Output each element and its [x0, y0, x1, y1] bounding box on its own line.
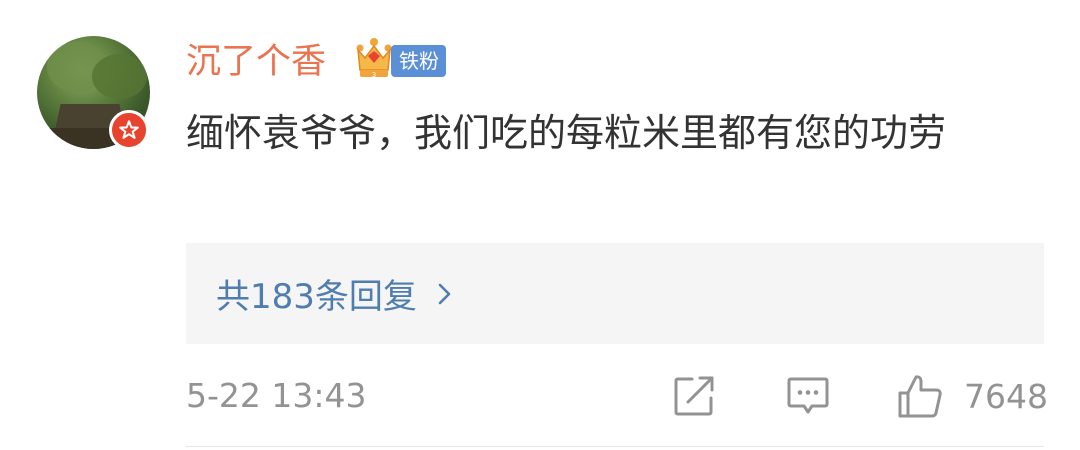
divider: [186, 446, 1044, 447]
replies-label: 共183条回复: [216, 277, 417, 317]
like-count: 7648: [964, 376, 1048, 416]
share-button[interactable]: [672, 374, 718, 418]
comment-text: 缅怀袁爷爷，我们吃的每粒米里都有您的功劳: [186, 111, 947, 155]
fan-badge[interactable]: 铁粉: [391, 45, 446, 77]
author-name[interactable]: 沉了个香: [186, 38, 326, 86]
like-button[interactable]: 7648: [896, 374, 1048, 418]
crown-level: 3: [372, 71, 376, 79]
verified-badge-icon: [109, 110, 149, 150]
avatar-tree: [92, 54, 147, 99]
share-icon: [674, 376, 714, 416]
timestamp: 5-22 13:43: [186, 376, 367, 415]
chevron-right-icon: [438, 283, 451, 304]
crown-icon: 3: [354, 36, 394, 82]
replies-link[interactable]: 共183条回复: [186, 243, 1044, 344]
comment-icon: [787, 377, 829, 414]
comment-button[interactable]: [786, 374, 830, 418]
like-icon: [898, 375, 942, 418]
comment-card: 沉了个香 3 铁粉 缅怀袁爷爷，我们吃的每粒米里都有您的功劳 共183条回复 5…: [0, 0, 1080, 450]
